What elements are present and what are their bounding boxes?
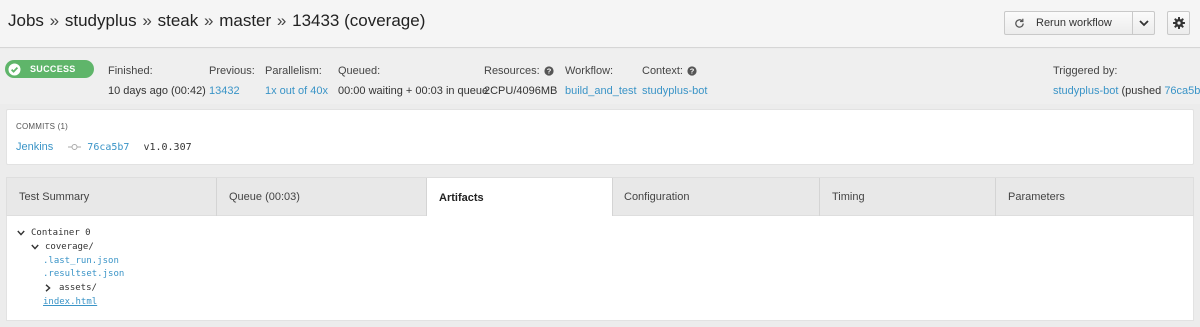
rerun-workflow-button-group: Rerun workflow [1004,11,1155,35]
commit-row: Jenkins 76ca5b7 v1.0.307 [16,141,192,153]
queued-value: 00:00 waiting + 00:03 in queue [338,85,489,97]
rerun-workflow-label: Rerun workflow [1036,17,1112,29]
previous-job-link[interactable]: 13432 [209,85,255,97]
resources-value: 2CPU/4096MB [484,85,558,97]
queued-info: Queued: 00:00 waiting + 00:03 in queue [338,65,488,97]
breadcrumb: Jobs » studyplus » steak » master » 1343… [8,11,425,31]
triggered-info: Triggered by: studyplus-bot (pushed 76ca… [1053,65,1200,97]
status-badge: SUCCESS [5,60,94,78]
git-commit-icon [68,143,82,151]
commits-title: COMMITS (1) [16,122,68,131]
artifact-file-link[interactable]: index.html [43,297,97,307]
help-icon[interactable]: ? [544,66,554,76]
tab-timing[interactable]: Timing [820,178,996,216]
breadcrumb-branch[interactable]: master [219,11,271,30]
artifacts-panel: Container 0 coverage/ .last_run.json .re… [6,216,1194,321]
tab-configuration[interactable]: Configuration [612,178,820,216]
settings-button[interactable] [1167,11,1190,35]
tree-folder-assets[interactable]: assets/ [45,283,97,293]
commits-card: COMMITS (1) Jenkins 76ca5b7 v1.0.307 [6,109,1194,165]
parallelism-link[interactable]: 1x out of 40x [265,85,328,97]
finished-value: 10 days ago (00:42) [108,85,206,97]
artifact-file-link[interactable]: .last_run.json [43,256,119,266]
gear-icon [1172,17,1185,29]
breadcrumb-separator: » [276,11,287,30]
help-icon[interactable]: ? [687,66,697,76]
page-header: Jobs » studyplus » steak » master » 1343… [0,0,1200,48]
context-info: Context: ? studyplus-bot [642,65,707,97]
finished-info: Finished: 10 days ago (00:42) [108,65,206,97]
workflow-link[interactable]: build_and_test [565,85,637,97]
queued-label: Queued: [338,65,381,77]
triggered-label: Triggered by: [1053,65,1118,77]
context-link[interactable]: studyplus-bot [642,85,707,97]
commit-author-link[interactable]: Jenkins [16,141,53,153]
tab-test-summary[interactable]: Test Summary [7,178,217,216]
tree-folder-coverage[interactable]: coverage/ [31,242,94,252]
parallelism-info: Parallelism: 1x out of 40x [265,65,328,97]
refresh-icon [1014,18,1028,29]
triggered-user-link[interactable]: studyplus-bot [1053,85,1118,97]
tree-container-node[interactable]: Container 0 [17,228,91,238]
status-badge-label: SUCCESS [30,64,76,74]
breadcrumb-job: 13433 (coverage) [292,11,426,30]
container-label: Container 0 [31,228,91,238]
breadcrumb-jobs[interactable]: Jobs [8,11,44,30]
commit-hash-link[interactable]: 76ca5b7 [87,142,129,153]
rerun-workflow-button[interactable]: Rerun workflow [1005,12,1133,34]
check-circle-icon [8,63,21,76]
chevron-down-icon [31,244,40,250]
tab-parameters[interactable]: Parameters [996,178,1193,216]
chevron-right-icon [45,284,54,292]
context-label: Context: [642,65,683,77]
job-tabs: Test Summary Queue (00:03) Artifacts Con… [6,177,1194,217]
rerun-options-dropdown[interactable] [1133,12,1154,34]
breadcrumb-separator: » [49,11,60,30]
resources-label: Resources: [484,65,540,77]
chevron-down-icon [17,230,26,236]
chevron-down-icon [1138,19,1149,27]
previous-label: Previous: [209,65,255,77]
tab-queue[interactable]: Queue (00:03) [217,178,427,216]
tab-artifacts[interactable]: Artifacts [426,178,613,217]
previous-info: Previous: 13432 [209,65,255,97]
finished-label: Finished: [108,65,153,77]
breadcrumb-project[interactable]: steak [158,11,199,30]
workflow-label: Workflow: [565,65,614,77]
svg-text:?: ? [690,67,695,76]
artifact-file-link[interactable]: .resultset.json [43,269,124,279]
parallelism-label: Parallelism: [265,65,322,77]
folder-label: coverage/ [45,242,94,252]
triggered-prefix: (pushed [1118,85,1165,97]
subfolder-label: assets/ [59,283,97,293]
svg-text:?: ? [546,67,551,76]
commit-message: v1.0.307 [143,141,192,153]
workflow-info: Workflow: build_and_test [565,65,637,97]
resources-info: Resources: ? 2CPU/4096MB [484,65,557,97]
job-status-bar: SUCCESS Finished: 10 days ago (00:42) Pr… [0,49,1200,104]
triggered-commit-link[interactable]: 76ca5b7 [1164,85,1200,97]
breadcrumb-org[interactable]: studyplus [65,11,137,30]
breadcrumb-separator: » [204,11,214,30]
breadcrumb-separator: » [142,11,152,30]
